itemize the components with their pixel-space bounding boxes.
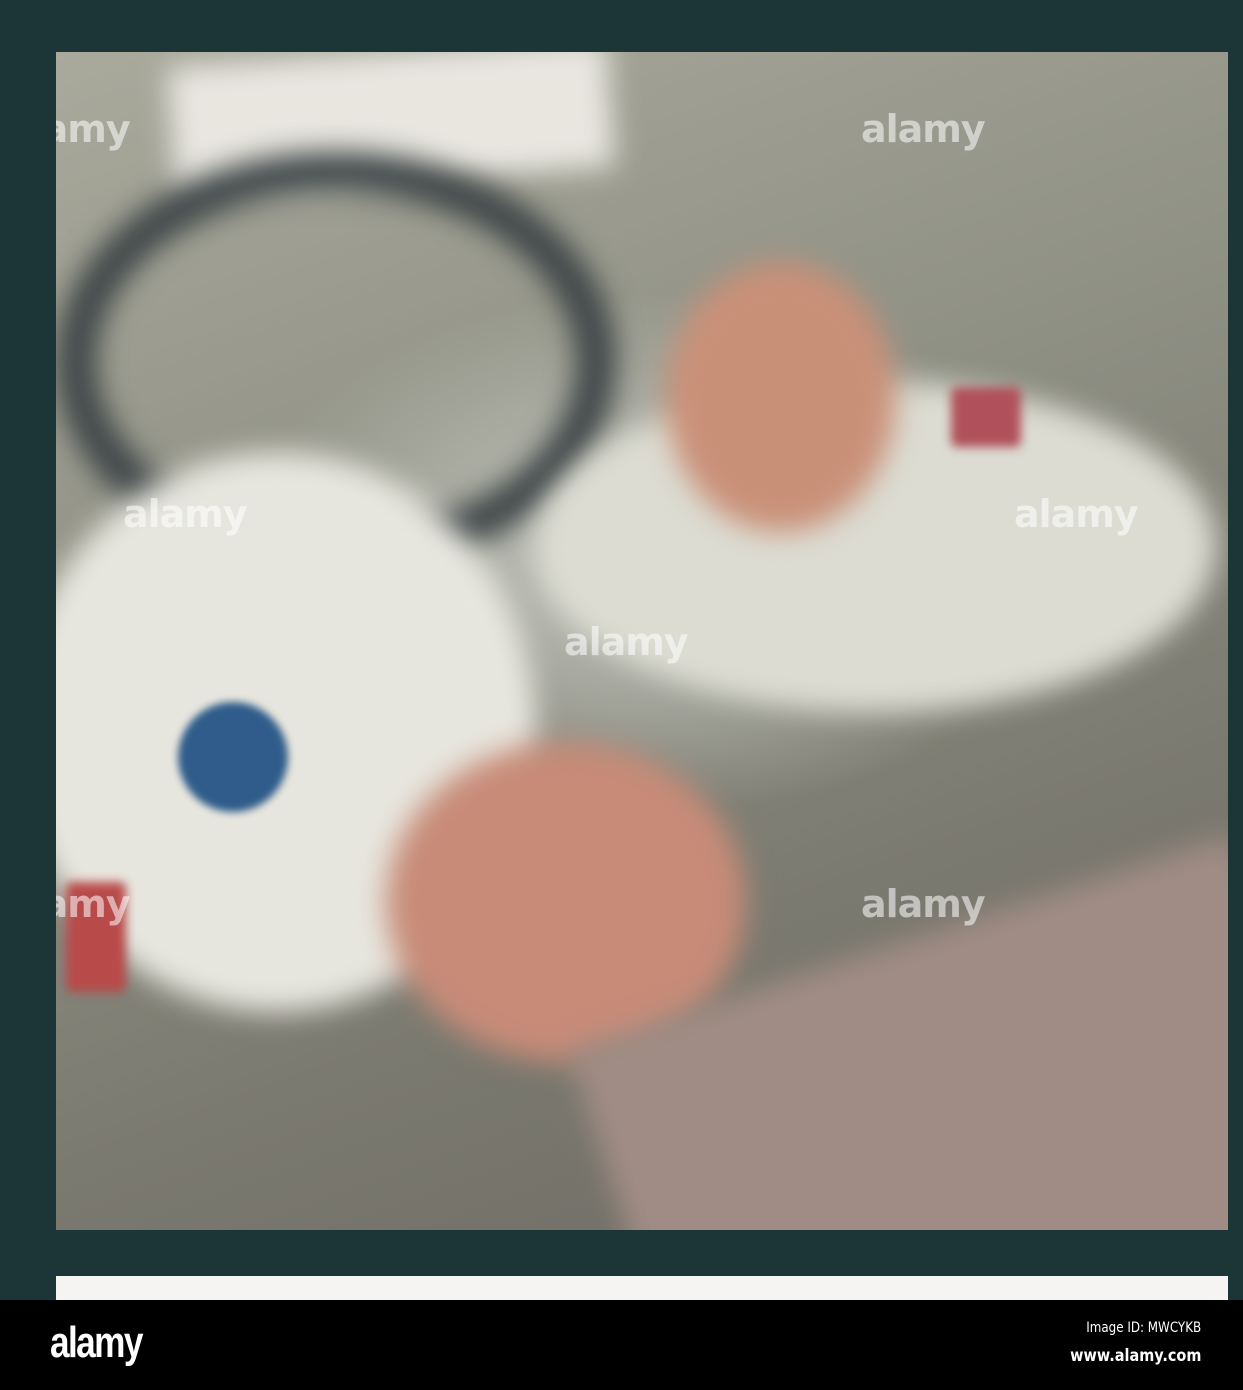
mission-patch: [178, 702, 288, 812]
film-edge: [56, 1276, 1228, 1300]
watermark: alamy: [861, 882, 986, 926]
watermark: alamy: [1014, 492, 1139, 536]
watermark: alamy: [861, 107, 986, 151]
site-url: www.alamy.com: [1069, 1346, 1201, 1366]
watermark: alamy: [56, 882, 131, 926]
alamy-logo: alamy: [50, 1318, 143, 1367]
watermark: alamy: [123, 492, 248, 536]
watermark: alamy: [56, 107, 131, 151]
image-id: Image ID: MWCYKB: [1086, 1320, 1201, 1336]
flag-right: [951, 387, 1021, 447]
film-frame: alamy alamy alamy alamy alamy alamy alam…: [0, 0, 1243, 1300]
astronaut-right-face: [666, 262, 896, 532]
astronauts-photo: alamy alamy alamy alamy alamy alamy alam…: [56, 52, 1228, 1230]
watermark: alamy: [564, 620, 689, 664]
